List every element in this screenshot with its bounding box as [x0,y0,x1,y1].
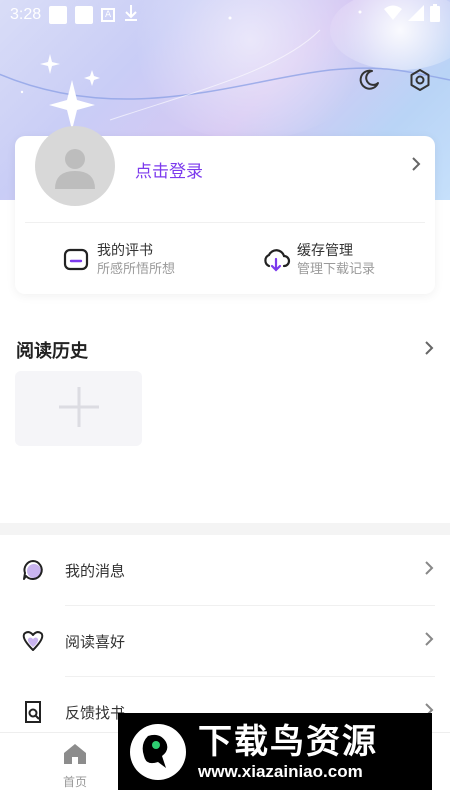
plus-icon [57,385,101,433]
watermark-url: www.xiazainiao.com [198,761,363,781]
status-bar: 3:28 A [0,0,450,30]
cache-manage-button[interactable]: 缓存管理 管理下载记录 [261,242,375,280]
my-reviews-button[interactable]: 我的评书 所感所悟所想 [61,242,175,280]
add-book-button[interactable] [15,371,142,446]
battery-icon [430,4,440,26]
login-link[interactable]: 点击登录 [135,157,203,182]
home-icon [63,743,87,769]
chevron-right-icon [424,560,434,580]
heart-icon [20,628,46,654]
menu-item-messages[interactable]: 我的消息 [0,535,450,605]
signal-icon [408,5,424,25]
settings-icon[interactable] [406,66,434,94]
watermark-title: 下载鸟资源 [198,721,378,762]
watermark: 下载鸟资源 www.xiazainiao.com [118,713,432,790]
tab-label: 首页 [62,775,87,789]
download-icon [123,4,139,26]
status-time: 3:28 [10,6,42,23]
chevron-right-icon [424,631,434,651]
section-divider [0,523,450,535]
avatar[interactable] [35,126,115,206]
notification-icon [49,6,68,24]
profile-card: 点击登录 我的评书 所感所悟所想 缓存管理 管理下载记录 [15,126,435,294]
chevron-right-icon[interactable] [424,340,434,360]
reading-history-title: 阅读历史 [16,341,88,362]
wifi-icon [384,5,402,25]
menu-label: 阅读喜好 [65,632,126,651]
comment-icon [61,245,91,275]
bird-logo-icon [130,723,186,780]
feature-title: 缓存管理 [297,243,353,259]
menu-label: 我的消息 [65,561,126,580]
app-notification-icon: A [101,8,116,22]
menu-item-reading-preference[interactable]: 阅读喜好 [0,606,450,676]
tab-home[interactable]: 首页 [45,743,105,790]
menu-label: 反馈找书 [65,703,126,722]
message-icon [20,557,46,583]
night-mode-icon[interactable] [355,66,383,94]
chevron-right-icon[interactable] [411,156,421,176]
divider [25,222,425,223]
search-book-icon [20,699,46,725]
cloud-download-icon [261,245,291,275]
feature-subtitle: 所感所悟所想 [97,262,176,277]
feature-subtitle: 管理下载记录 [297,262,376,277]
feature-title: 我的评书 [97,243,153,259]
notification-icon [75,6,94,24]
